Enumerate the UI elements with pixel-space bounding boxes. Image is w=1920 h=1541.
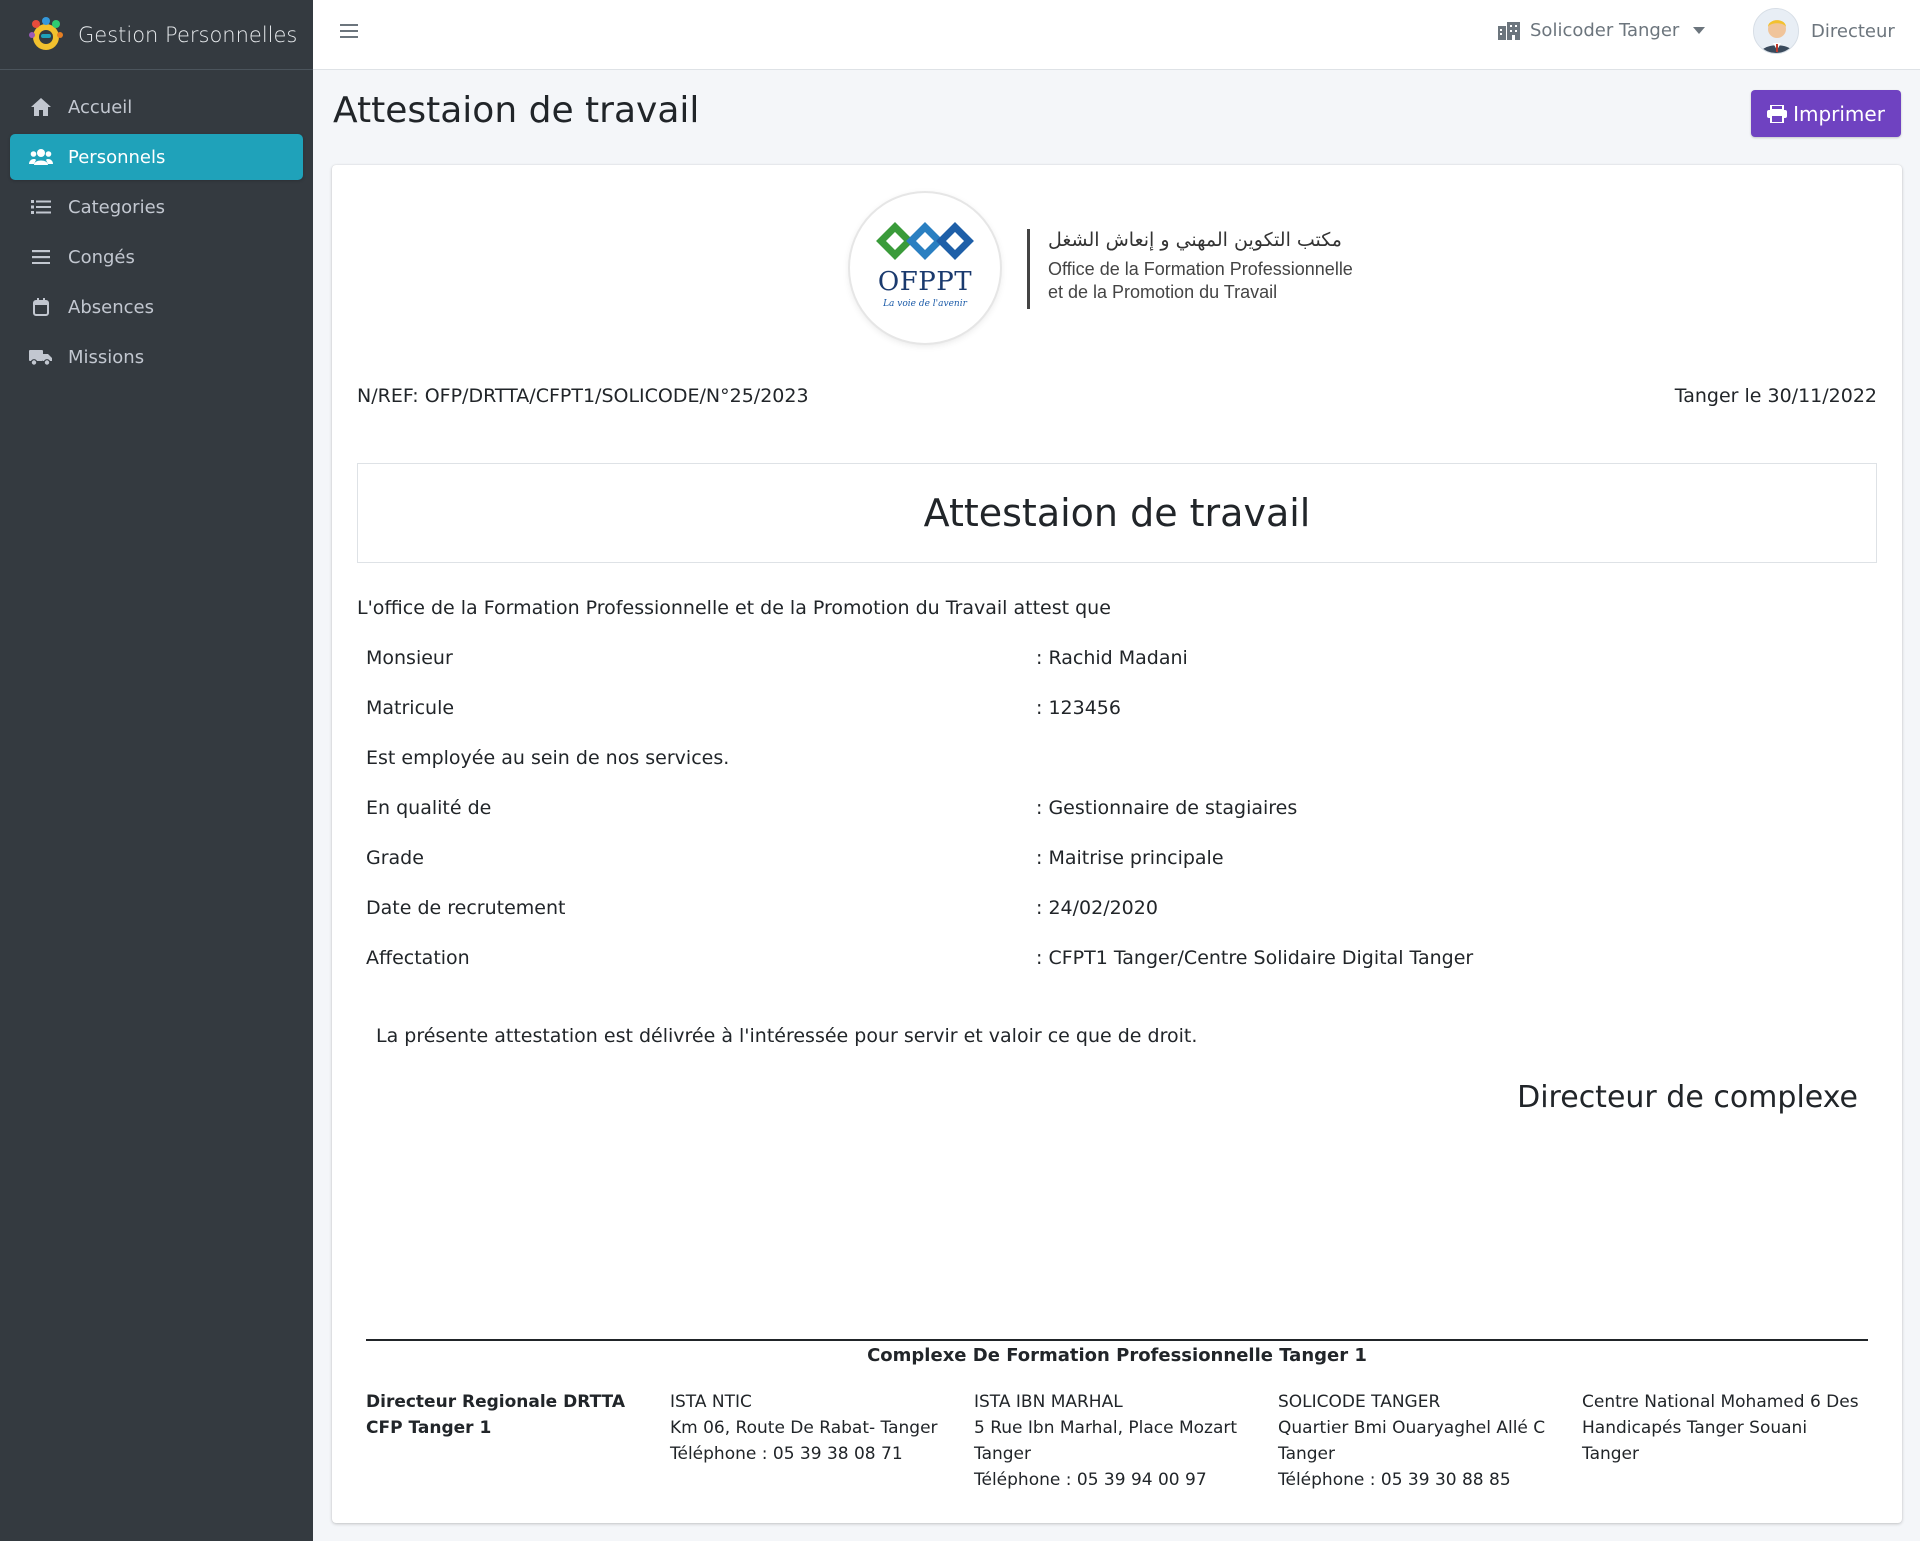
organization-name: Solicoder Tanger: [1530, 20, 1680, 41]
document-intro: L'office de la Formation Professionnelle…: [357, 597, 1111, 619]
sidebar-item-label: Congés: [68, 246, 135, 268]
field-value: : 24/02/2020: [1036, 897, 1158, 919]
print-icon: [1767, 104, 1793, 123]
ofppt-header: OFPPT La voie de l'avenir مكتب التكوين ا…: [850, 193, 1410, 343]
app-title: Gestion Personnelles: [78, 22, 298, 47]
field-label: Matricule: [366, 697, 455, 719]
organization-dropdown[interactable]: Solicoder Tanger: [1498, 20, 1706, 41]
footer-line: Téléphone : 05 39 30 88 85: [1278, 1470, 1511, 1490]
attestation-card: OFPPT La voie de l'avenir مكتب التكوين ا…: [332, 165, 1902, 1523]
print-label: Imprimer: [1793, 101, 1885, 126]
field-employment: Est employée au sein de nos services.: [366, 747, 729, 769]
footer-line: Km 06, Route De Rabat- Tanger: [670, 1418, 938, 1438]
brand[interactable]: Gestion Personnelles: [0, 0, 313, 70]
sidebar-item-label: Missions: [68, 346, 145, 368]
field-value: : Rachid Madani: [1036, 647, 1188, 669]
header-divider: [1027, 229, 1030, 309]
field-label: Date de recrutement: [366, 897, 566, 919]
field-qualite: En qualité de : Gestionnaire de stagiair…: [366, 797, 1297, 819]
field-label: Grade: [366, 847, 424, 869]
footer-line: ISTA IBN MARHAL: [974, 1392, 1123, 1412]
field-matricule: Matricule : 123456: [366, 697, 1121, 719]
top-navbar: Solicoder Tanger Directeur: [313, 0, 1920, 70]
footer-line: Tanger: [974, 1444, 1032, 1464]
bars-icon: [28, 245, 54, 269]
footer-divider: [366, 1339, 1868, 1341]
footer-line: Centre National Mohamed 6 Des: [1582, 1392, 1859, 1412]
footer-line: Directeur Regionale DRTTA: [366, 1392, 625, 1412]
office-name-arabic: مكتب التكوين المهني و إنعاش الشغل: [1048, 229, 1342, 251]
document-date: Tanger le 30/11/2022: [1674, 385, 1877, 407]
footer-line: ISTA NTIC: [670, 1392, 752, 1412]
sidebar-item-label: Absences: [68, 296, 154, 318]
footer-column: ISTA NTIC Km 06, Route De Rabat- Tanger …: [670, 1389, 960, 1467]
sidebar-item-missions[interactable]: Missions: [10, 334, 303, 380]
building-icon: [1498, 21, 1520, 40]
field-value: : Maitrise principale: [1036, 847, 1224, 869]
list-icon: [28, 195, 54, 219]
field-value: : 123456: [1036, 697, 1121, 719]
avatar: [1753, 8, 1799, 54]
footer-column: ISTA IBN MARHAL 5 Rue Ibn Marhal, Place …: [974, 1389, 1264, 1493]
closing-statement: La présente attestation est délivrée à l…: [376, 1025, 1198, 1047]
footer-line: Quartier Bmi Ouaryaghel Allé C: [1278, 1418, 1546, 1438]
field-label: Affectation: [366, 947, 470, 969]
field-grade: Grade : Maitrise principale: [366, 847, 1224, 869]
calendar-icon: [28, 295, 54, 319]
footer-line: Tanger: [1278, 1444, 1336, 1464]
footer-title: Complexe De Formation Professionnelle Ta…: [867, 1345, 1367, 1366]
document-reference: N/REF: OFP/DRTTA/CFPT1/SOLICODE/N°25/202…: [357, 385, 809, 407]
page-title: Attestaion de travail: [333, 90, 700, 131]
sidebar: Gestion Personnelles Accueil Personnels …: [0, 0, 313, 1541]
ofppt-logo-tagline: La voie de l'avenir: [883, 299, 967, 309]
field-monsieur: Monsieur : Rachid Madani: [366, 647, 1188, 669]
truck-icon: [28, 345, 54, 369]
field-label: En qualité de: [366, 797, 492, 819]
footer-line: 5 Rue Ibn Marhal, Place Mozart: [974, 1418, 1238, 1438]
sidebar-item-categories[interactable]: Categories: [10, 184, 303, 230]
field-label: Est employée au sein de nos services.: [366, 747, 730, 769]
sidebar-item-conges[interactable]: Congés: [10, 234, 303, 280]
document-title: Attestaion de travail: [357, 463, 1877, 563]
footer-line: Handicapés Tanger Souani: [1582, 1418, 1808, 1438]
ofppt-logo-text: OFPPT: [877, 267, 973, 297]
app-logo-icon: [26, 15, 66, 55]
users-icon: [28, 145, 54, 169]
footer-column: Directeur Regionale DRTTA CFP Tanger 1: [366, 1389, 656, 1441]
office-name-line2: et de la Promotion du Travail: [1048, 282, 1278, 302]
sidebar-item-absences[interactable]: Absences: [10, 284, 303, 330]
field-label: Monsieur: [366, 647, 453, 669]
user-role: Directeur: [1811, 20, 1895, 42]
sidebar-item-label: Categories: [68, 196, 166, 218]
field-value: : Gestionnaire de stagiaires: [1036, 797, 1298, 819]
footer-column: Centre National Mohamed 6 Des Handicapés…: [1582, 1389, 1872, 1467]
print-button[interactable]: Imprimer: [1751, 90, 1901, 137]
field-recrutement: Date de recrutement : 24/02/2020: [366, 897, 1158, 919]
office-name-line1: Office de la Formation Professionnelle: [1048, 259, 1353, 279]
sidebar-item-label: Personnels: [68, 146, 166, 168]
field-value: : CFPT1 Tanger/Centre Solidaire Digital …: [1036, 947, 1474, 969]
user-menu[interactable]: Directeur: [1753, 8, 1895, 54]
ofppt-logo: OFPPT La voie de l'avenir: [850, 193, 1000, 343]
footer-line: Téléphone : 05 39 94 00 97: [974, 1470, 1207, 1490]
sidebar-item-personnels[interactable]: Personnels: [10, 134, 303, 180]
menu-toggle-icon[interactable]: [340, 24, 358, 40]
sidebar-item-label: Accueil: [68, 96, 133, 118]
sidebar-item-accueil[interactable]: Accueil: [10, 84, 303, 130]
footer-column: SOLICODE TANGER Quartier Bmi Ouaryaghel …: [1278, 1389, 1568, 1493]
sidebar-nav: Accueil Personnels Categories Congés Abs…: [0, 70, 313, 380]
footer-line: CFP Tanger 1: [366, 1418, 492, 1438]
home-icon: [28, 95, 54, 119]
footer-line: Tanger: [1582, 1444, 1640, 1464]
footer-line: Téléphone : 05 39 38 08 71: [670, 1444, 903, 1464]
footer-line: SOLICODE TANGER: [1278, 1392, 1441, 1412]
caret-down-icon: [1693, 27, 1706, 34]
field-affectation: Affectation : CFPT1 Tanger/Centre Solida…: [366, 947, 1473, 969]
signer-title: Directeur de complexe: [1517, 1080, 1858, 1115]
